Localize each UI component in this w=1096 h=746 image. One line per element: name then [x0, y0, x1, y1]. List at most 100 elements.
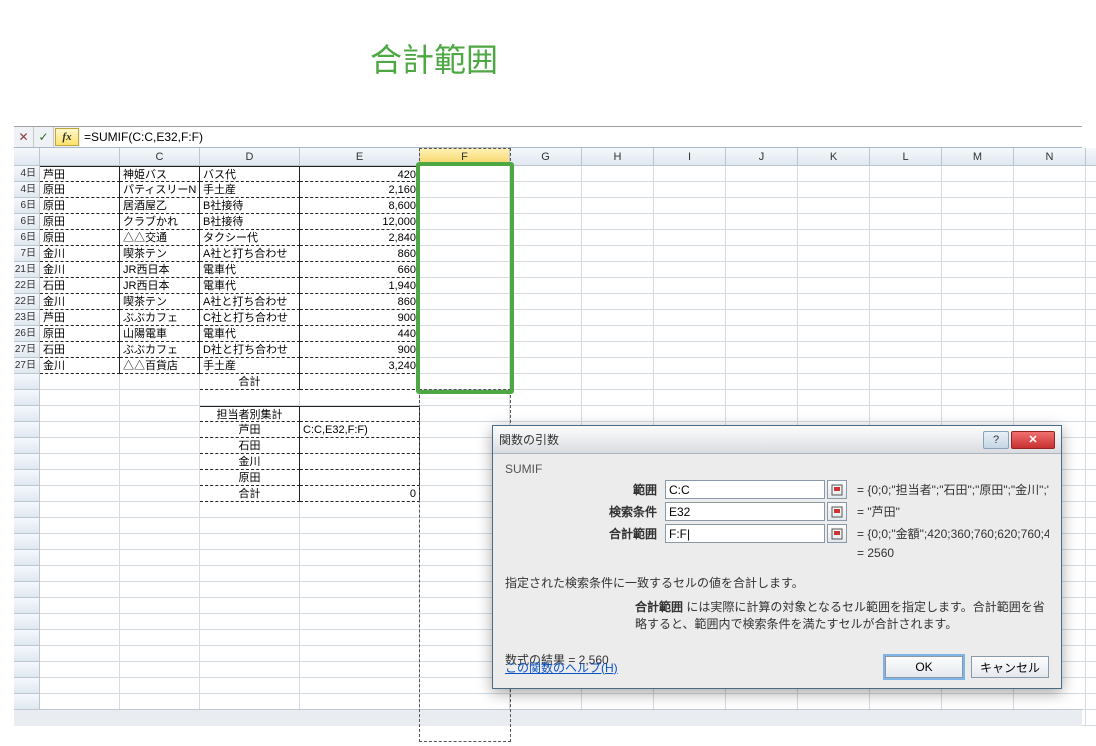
row-header[interactable]	[14, 438, 40, 454]
cell[interactable]	[420, 694, 510, 710]
cell[interactable]	[300, 646, 420, 662]
cell[interactable]	[1014, 406, 1086, 422]
cell[interactable]	[582, 198, 654, 214]
cell[interactable]	[510, 342, 582, 358]
cell[interactable]	[510, 310, 582, 326]
cell[interactable]	[798, 390, 870, 406]
cell[interactable]: 900	[300, 342, 420, 358]
cell[interactable]: タクシー代	[200, 230, 300, 246]
cell[interactable]	[300, 390, 420, 406]
cell[interactable]	[726, 294, 798, 310]
cell[interactable]	[942, 694, 1014, 710]
cell[interactable]: バス代	[200, 166, 300, 182]
cell[interactable]	[798, 406, 870, 422]
cell[interactable]: 860	[300, 294, 420, 310]
cell[interactable]	[582, 374, 654, 390]
column-header-edge[interactable]	[1086, 148, 1096, 166]
cell[interactable]	[300, 614, 420, 630]
cell[interactable]	[726, 342, 798, 358]
cell[interactable]: 電車代	[200, 278, 300, 294]
cell[interactable]	[654, 310, 726, 326]
cell[interactable]: 2,160	[300, 182, 420, 198]
cell[interactable]	[582, 326, 654, 342]
cell[interactable]	[654, 374, 726, 390]
cell[interactable]	[40, 534, 120, 550]
column-header-F[interactable]: F	[420, 148, 510, 166]
cell[interactable]	[120, 406, 200, 422]
cell[interactable]: 合計	[200, 374, 300, 390]
cell[interactable]: 芦田	[40, 310, 120, 326]
cell[interactable]	[798, 342, 870, 358]
cell[interactable]	[1014, 278, 1086, 294]
cell[interactable]	[654, 278, 726, 294]
cell[interactable]: 神姫バス	[120, 166, 200, 182]
cell[interactable]	[200, 662, 300, 678]
cell[interactable]	[420, 278, 510, 294]
cell[interactable]: 金川	[40, 358, 120, 374]
row-header[interactable]	[14, 694, 40, 710]
row-header[interactable]	[14, 646, 40, 662]
cell[interactable]	[200, 390, 300, 406]
cell[interactable]	[120, 646, 200, 662]
cell[interactable]	[1014, 198, 1086, 214]
cell[interactable]	[1014, 294, 1086, 310]
cell[interactable]: D社と打ち合わせ	[200, 342, 300, 358]
cell[interactable]	[40, 582, 120, 598]
cell[interactable]	[798, 358, 870, 374]
cell[interactable]: 900	[300, 310, 420, 326]
cell[interactable]	[654, 694, 726, 710]
cell[interactable]: 喫茶テン	[120, 246, 200, 262]
cell[interactable]	[40, 502, 120, 518]
cell[interactable]: 手土産	[200, 358, 300, 374]
row-header[interactable]: 4日	[14, 182, 40, 198]
cell[interactable]	[1086, 566, 1096, 582]
cell[interactable]	[1086, 598, 1096, 614]
cell[interactable]	[120, 550, 200, 566]
cell[interactable]: 原田	[40, 230, 120, 246]
cell[interactable]	[726, 262, 798, 278]
cell[interactable]: パティスリーN	[120, 182, 200, 198]
row-header[interactable]	[14, 406, 40, 422]
cell[interactable]	[120, 390, 200, 406]
cell[interactable]	[582, 246, 654, 262]
cell[interactable]	[798, 214, 870, 230]
column-header-M[interactable]: M	[942, 148, 1014, 166]
row-header[interactable]: 27日	[14, 358, 40, 374]
cell[interactable]: 0	[300, 486, 420, 502]
row-header[interactable]: 23日	[14, 310, 40, 326]
cell[interactable]	[726, 182, 798, 198]
row-header[interactable]	[14, 422, 40, 438]
dialog-help-link[interactable]: この関数のヘルプ(H)	[505, 659, 618, 676]
cell[interactable]	[40, 422, 120, 438]
column-header-G[interactable]: G	[510, 148, 582, 166]
cell[interactable]	[40, 646, 120, 662]
cell[interactable]	[870, 694, 942, 710]
cell[interactable]	[300, 550, 420, 566]
cell[interactable]	[1086, 582, 1096, 598]
column-header-edge[interactable]	[40, 148, 120, 166]
cell[interactable]	[120, 662, 200, 678]
cell[interactable]: 金川	[40, 246, 120, 262]
cell[interactable]	[420, 374, 510, 390]
dialog-titlebar[interactable]: 関数の引数 ? ✕	[493, 426, 1061, 454]
cell[interactable]	[40, 678, 120, 694]
cell[interactable]	[300, 518, 420, 534]
cell[interactable]	[798, 326, 870, 342]
cell[interactable]: 420	[300, 166, 420, 182]
cell[interactable]	[1014, 214, 1086, 230]
cell[interactable]	[942, 166, 1014, 182]
cell[interactable]	[1086, 614, 1096, 630]
cell[interactable]	[300, 454, 420, 470]
cell[interactable]: 喫茶テン	[120, 294, 200, 310]
cell[interactable]	[798, 198, 870, 214]
cell[interactable]	[726, 198, 798, 214]
cell[interactable]	[40, 598, 120, 614]
cell[interactable]	[120, 630, 200, 646]
cell[interactable]	[654, 214, 726, 230]
cell[interactable]	[582, 294, 654, 310]
column-header-L[interactable]: L	[870, 148, 942, 166]
cell[interactable]	[510, 182, 582, 198]
cell[interactable]	[1086, 246, 1096, 262]
dialog-help-button[interactable]: ?	[983, 431, 1009, 449]
cell[interactable]	[726, 278, 798, 294]
